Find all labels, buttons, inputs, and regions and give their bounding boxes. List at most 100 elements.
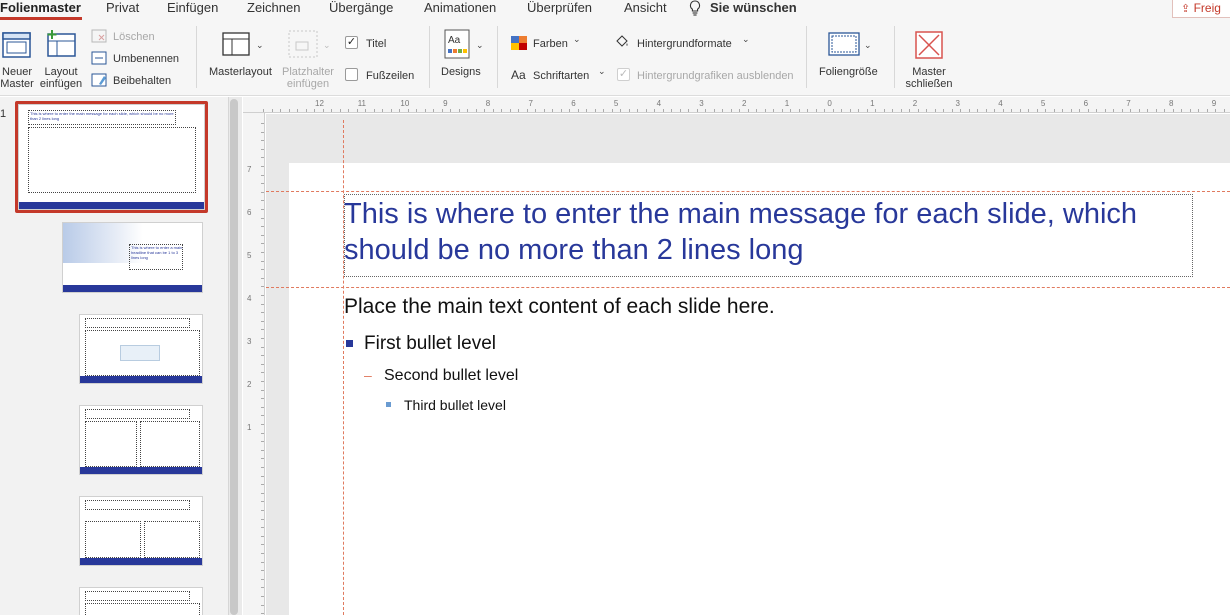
ruler-tick <box>824 109 825 112</box>
ruler-tick-label: 6 <box>247 208 252 217</box>
ruler-tick <box>620 109 621 112</box>
ruler-tick <box>790 109 791 112</box>
guide-line-horizontal[interactable] <box>266 191 1230 192</box>
rename-label: Umbenennen <box>113 53 180 65</box>
tab-zeichnen[interactable]: Zeichnen <box>247 0 300 16</box>
tab-ueberpruefen[interactable]: Überprüfen <box>527 0 592 16</box>
ruler-tick <box>1121 109 1123 112</box>
tab-privat[interactable]: Privat <box>106 0 139 16</box>
ruler-tick <box>314 109 315 112</box>
fonts-label: Schriftarten <box>533 70 590 82</box>
ruler-tick <box>348 109 349 112</box>
ruler-tick <box>645 109 647 112</box>
ruler-tick <box>1028 109 1029 112</box>
ruler-tick <box>1206 109 1208 112</box>
ruler-tick <box>501 109 502 112</box>
ruler-tick <box>331 109 332 112</box>
ruler-tick <box>875 109 876 112</box>
ruler-tick <box>261 544 264 546</box>
thumb-right-placeholder <box>144 521 200 558</box>
ruler-tick <box>1019 109 1021 112</box>
ruler-tick <box>730 109 732 112</box>
ruler-tick <box>458 109 460 112</box>
ruler-tick <box>1036 109 1038 112</box>
ruler-tick <box>688 109 689 112</box>
paint-bucket-icon <box>616 35 628 47</box>
placeholder-label-2: einfügen <box>286 78 330 90</box>
ruler-tick <box>594 109 596 112</box>
ruler-tick <box>560 109 562 112</box>
ruler-tick <box>261 398 264 400</box>
thumbnail-layout-comparison[interactable] <box>79 496 203 566</box>
bullet-level-3[interactable]: Third bullet level <box>404 397 506 413</box>
ruler-tick <box>373 109 375 112</box>
ruler-tick <box>450 109 451 112</box>
ruler-tick <box>773 109 774 112</box>
thumbnail-layout-title[interactable]: This is where to enter a main headline t… <box>62 222 203 293</box>
thumb-footer-bar <box>80 376 202 383</box>
ruler-tick <box>603 109 604 112</box>
ruler-tick <box>628 109 630 112</box>
thumbnail-scrollbar[interactable] <box>230 99 238 615</box>
ruler-tick <box>764 109 766 112</box>
ruler-tick <box>1087 109 1089 112</box>
guide-line-horizontal[interactable] <box>266 287 1230 288</box>
tab-animationen[interactable]: Animationen <box>424 0 496 16</box>
ruler-tick <box>696 109 698 112</box>
ruler-tick-label: 1 <box>247 423 252 432</box>
tab-ansicht[interactable]: Ansicht <box>624 0 667 16</box>
share-icon: ⇪ <box>1181 3 1191 15</box>
bullet-level-1[interactable]: First bullet level <box>364 333 496 355</box>
ruler-tick <box>1198 109 1199 112</box>
thumb-footer-bar <box>80 558 202 565</box>
ruler-tick <box>261 234 264 236</box>
share-button[interactable]: ⇪ Freig <box>1172 0 1230 18</box>
ruler-tick <box>261 535 264 537</box>
thumbnail-layout-two-content[interactable] <box>79 405 203 475</box>
ruler-tick <box>841 109 842 112</box>
thumb-title-placeholder <box>85 500 190 510</box>
ruler-tick <box>926 109 927 112</box>
ruler-tick <box>535 109 536 112</box>
body-text[interactable]: Place the main text content of each slid… <box>344 295 775 319</box>
ruler-tick <box>1130 109 1131 112</box>
ruler-tick-label: 4 <box>247 294 252 303</box>
ruler-tick <box>261 200 264 202</box>
slide-title[interactable]: This is where to enter the main message … <box>344 196 1204 268</box>
ruler-tick <box>509 109 511 112</box>
ruler-tick-label: 3 <box>955 99 960 108</box>
color-palette-icon <box>511 36 527 50</box>
ruler-tick-label: 4 <box>656 99 662 108</box>
tab-folienmaster[interactable]: Folienmaster <box>0 0 81 16</box>
ruler-tick <box>261 424 264 425</box>
ruler-tick <box>518 109 519 112</box>
insert-layout-label-2: einfügen <box>39 78 83 90</box>
chevron-down-icon: ⌄ <box>476 40 484 50</box>
ruler-tick <box>713 109 715 112</box>
ruler-tick <box>261 295 264 296</box>
ruler-tick-label: 2 <box>742 99 747 108</box>
ruler-tick <box>261 269 264 271</box>
tab-uebergaenge[interactable]: Übergänge <box>329 0 393 16</box>
svg-text:Aa: Aa <box>448 35 461 46</box>
ribbon-toolbar: Neuer Master Layout einfügen Löschen Umb… <box>0 20 1230 96</box>
ruler-tick <box>654 109 655 112</box>
ruler-tick <box>261 217 264 219</box>
slide-number: 1 <box>0 108 7 120</box>
ruler-tick <box>261 449 264 451</box>
ribbon-separator <box>806 26 807 88</box>
ruler-tick <box>261 157 264 159</box>
ruler-tick <box>261 243 264 245</box>
delete-slide-icon <box>91 29 107 43</box>
ruler-tick <box>390 109 392 112</box>
ruler-tick <box>747 109 749 112</box>
ruler-tick <box>441 109 443 112</box>
ruler-tick <box>261 501 264 503</box>
tell-me-search[interactable]: Sie wünschen <box>710 0 797 16</box>
tab-einfuegen[interactable]: Einfügen <box>167 0 218 16</box>
ruler-tick <box>261 286 264 288</box>
thumbnail-layout-partial[interactable] <box>79 587 203 615</box>
thumbnail-layout-content[interactable] <box>79 314 203 384</box>
bullet-level-2[interactable]: Second bullet level <box>384 367 518 385</box>
ruler-tick <box>577 109 579 112</box>
